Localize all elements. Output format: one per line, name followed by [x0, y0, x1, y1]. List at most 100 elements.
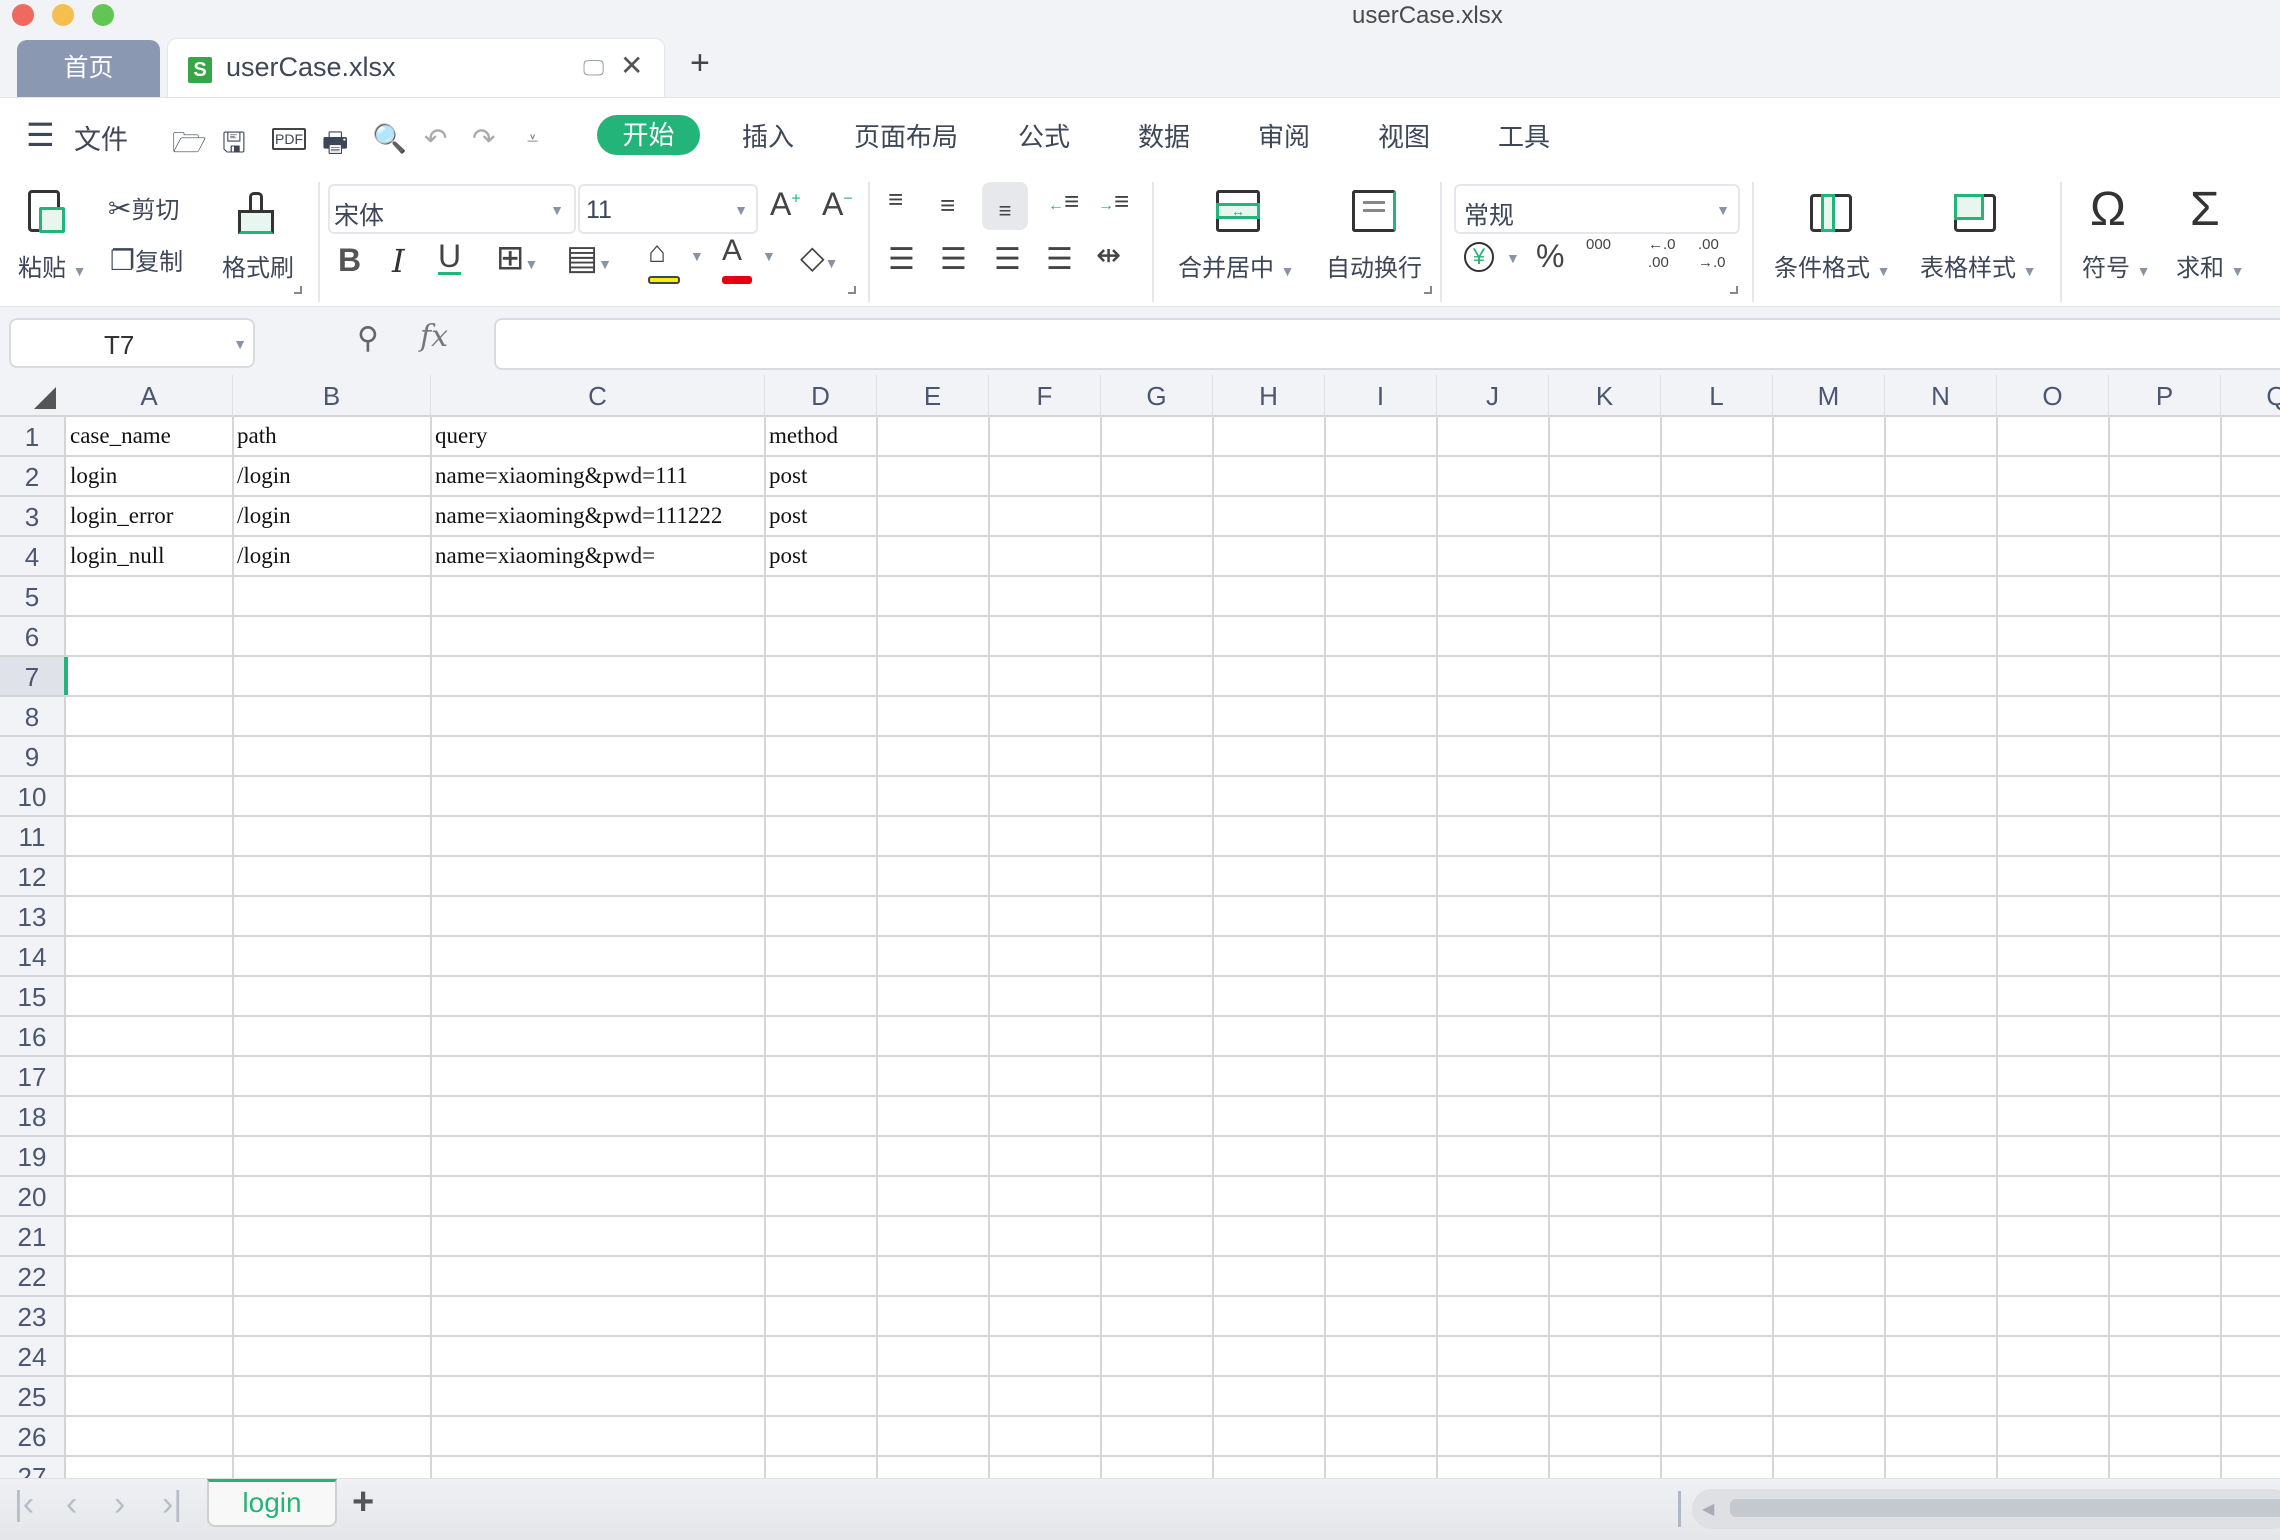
- row-header-17[interactable]: 17: [0, 1057, 66, 1097]
- column-header-e[interactable]: E: [877, 375, 989, 417]
- cell-c3[interactable]: name=xiaoming&pwd=111222: [431, 497, 763, 535]
- column-header-i[interactable]: I: [1325, 375, 1437, 417]
- cell-c2[interactable]: name=xiaoming&pwd=111: [431, 457, 763, 495]
- close-tab-icon[interactable]: ✕: [620, 49, 643, 82]
- spreadsheet-grid[interactable]: ABCDEFGHIJKLMNOPQ 1 2 3 4 5 6 7 8 9 10 11 12 13 14 15 1…: [0, 375, 2280, 1478]
- column-header-h[interactable]: H: [1213, 375, 1325, 417]
- column-header-k[interactable]: K: [1549, 375, 1661, 417]
- align-center-icon[interactable]: ☰: [940, 242, 967, 277]
- align-right-icon[interactable]: ☰: [994, 242, 1021, 277]
- font-color-dropdown-icon[interactable]: ▼: [762, 248, 776, 264]
- column-header-j[interactable]: J: [1437, 375, 1549, 417]
- close-window-button[interactable]: [12, 4, 34, 26]
- symbol-button[interactable]: 符号 ▼: [2082, 248, 2151, 283]
- cell-a3[interactable]: login_error: [66, 497, 231, 535]
- currency-dropdown-icon[interactable]: ▼: [1506, 250, 1520, 266]
- cut-button[interactable]: ✂剪切: [108, 190, 179, 225]
- row-header-19[interactable]: 19: [0, 1137, 66, 1177]
- cell-a4[interactable]: login_null: [66, 537, 231, 575]
- row-header-15[interactable]: 15: [0, 977, 66, 1017]
- undo-icon[interactable]: ↶: [424, 122, 447, 155]
- sum-button[interactable]: 求和 ▼: [2176, 248, 2245, 283]
- row-header-23[interactable]: 23: [0, 1297, 66, 1337]
- first-sheet-icon[interactable]: |‹: [14, 1485, 34, 1524]
- conditional-format-button[interactable]: 条件格式 ▼: [1774, 248, 1891, 283]
- row-header-2[interactable]: 2: [0, 457, 66, 497]
- percent-button[interactable]: %: [1536, 238, 1564, 275]
- number-group-launcher[interactable]: [1730, 286, 1738, 294]
- sum-dropdown-icon[interactable]: ▼: [2231, 263, 2245, 279]
- column-header-o[interactable]: O: [1997, 375, 2109, 417]
- decrease-decimal-button[interactable]: .00 →.0: [1698, 236, 1732, 272]
- cell-style-icon[interactable]: ▤▼: [566, 238, 612, 278]
- column-header-b[interactable]: B: [233, 375, 431, 417]
- scroll-splitter[interactable]: [1678, 1491, 1681, 1527]
- row-header-6[interactable]: 6: [0, 617, 66, 657]
- wrap-text-button[interactable]: 自动换行: [1326, 248, 1422, 283]
- name-box[interactable]: T7 ▼: [9, 318, 255, 368]
- merge-dropdown-icon[interactable]: ▼: [1281, 263, 1295, 279]
- row-header-3[interactable]: 3: [0, 497, 66, 537]
- merge-center-icon[interactable]: ↔: [1216, 190, 1260, 232]
- ribbon-tab-data[interactable]: 数据: [1138, 117, 1190, 154]
- ribbon-tab-insert[interactable]: 插入: [742, 117, 794, 154]
- row-header-7[interactable]: 7: [0, 657, 66, 697]
- row-header-22[interactable]: 22: [0, 1257, 66, 1297]
- row-header-18[interactable]: 18: [0, 1097, 66, 1137]
- font-size-select[interactable]: 11 ▼: [578, 184, 758, 234]
- copy-button[interactable]: ❐复制: [110, 242, 183, 277]
- cell-b1[interactable]: path: [233, 417, 429, 455]
- row-header-25[interactable]: 25: [0, 1377, 66, 1417]
- underline-button[interactable]: U: [438, 240, 462, 275]
- add-sheet-button[interactable]: +: [352, 1481, 374, 1524]
- font-group-launcher[interactable]: [848, 286, 856, 294]
- maximize-window-button[interactable]: [92, 4, 114, 26]
- row-header-21[interactable]: 21: [0, 1217, 66, 1257]
- fill-color-button[interactable]: ⌂ ▼: [648, 236, 704, 284]
- add-tab-button[interactable]: +: [690, 44, 710, 83]
- align-bottom-icon[interactable]: ≡: [982, 182, 1028, 230]
- column-header-n[interactable]: N: [1885, 375, 1997, 417]
- column-header-g[interactable]: G: [1101, 375, 1213, 417]
- format-painter-icon[interactable]: [238, 192, 274, 234]
- borders-icon[interactable]: ⊞▼: [496, 238, 538, 278]
- italic-button[interactable]: I: [392, 242, 405, 280]
- cell-d2[interactable]: post: [765, 457, 875, 495]
- row-header-20[interactable]: 20: [0, 1177, 66, 1217]
- column-header-f[interactable]: F: [989, 375, 1101, 417]
- row-header-27[interactable]: 27: [0, 1457, 66, 1478]
- redo-icon[interactable]: ↷: [472, 122, 495, 155]
- hamburger-menu-icon[interactable]: ☰: [26, 116, 55, 154]
- insert-function-icon[interactable]: fx: [420, 319, 448, 354]
- conditional-format-dropdown-icon[interactable]: ▼: [1877, 263, 1891, 279]
- cell-d3[interactable]: post: [765, 497, 875, 535]
- column-header-d[interactable]: D: [765, 375, 877, 417]
- column-header-q[interactable]: Q: [2221, 375, 2280, 417]
- scroll-left-icon[interactable]: ◀: [1702, 1499, 1714, 1519]
- bold-button[interactable]: B: [338, 242, 361, 279]
- select-all-corner[interactable]: [34, 387, 56, 409]
- thousands-separator-button[interactable]: 000: [1586, 236, 1611, 253]
- horizontal-scrollbar[interactable]: ◀: [1692, 1489, 2280, 1529]
- cell-a1[interactable]: case_name: [66, 417, 231, 455]
- previous-sheet-icon[interactable]: ‹: [66, 1485, 77, 1524]
- ribbon-tab-page-layout[interactable]: 页面布局: [854, 117, 958, 154]
- row-header-11[interactable]: 11: [0, 817, 66, 857]
- conditional-format-icon[interactable]: [1810, 194, 1852, 232]
- cell-d1[interactable]: method: [765, 417, 875, 455]
- save-icon[interactable]: 🖫: [222, 122, 246, 170]
- row-header-12[interactable]: 12: [0, 857, 66, 897]
- format-painter-button[interactable]: 格式刷: [222, 248, 294, 283]
- ribbon-tab-start[interactable]: 开始: [597, 115, 700, 155]
- last-sheet-icon[interactable]: ›|: [162, 1485, 182, 1524]
- justify-icon[interactable]: ☰: [1046, 242, 1073, 277]
- print-icon[interactable]: 🖶: [322, 122, 348, 170]
- print-preview-icon[interactable]: 🔍: [372, 122, 407, 155]
- row-header-24[interactable]: 24: [0, 1337, 66, 1377]
- formula-input[interactable]: [494, 318, 2280, 370]
- paste-icon[interactable]: [28, 190, 65, 233]
- table-style-icon[interactable]: [1954, 194, 1996, 232]
- sigma-sum-icon[interactable]: Σ: [2190, 182, 2220, 237]
- column-header-l[interactable]: L: [1661, 375, 1773, 417]
- tab-usercase-file[interactable]: S userCase.xlsx 🖵 ✕: [167, 38, 665, 97]
